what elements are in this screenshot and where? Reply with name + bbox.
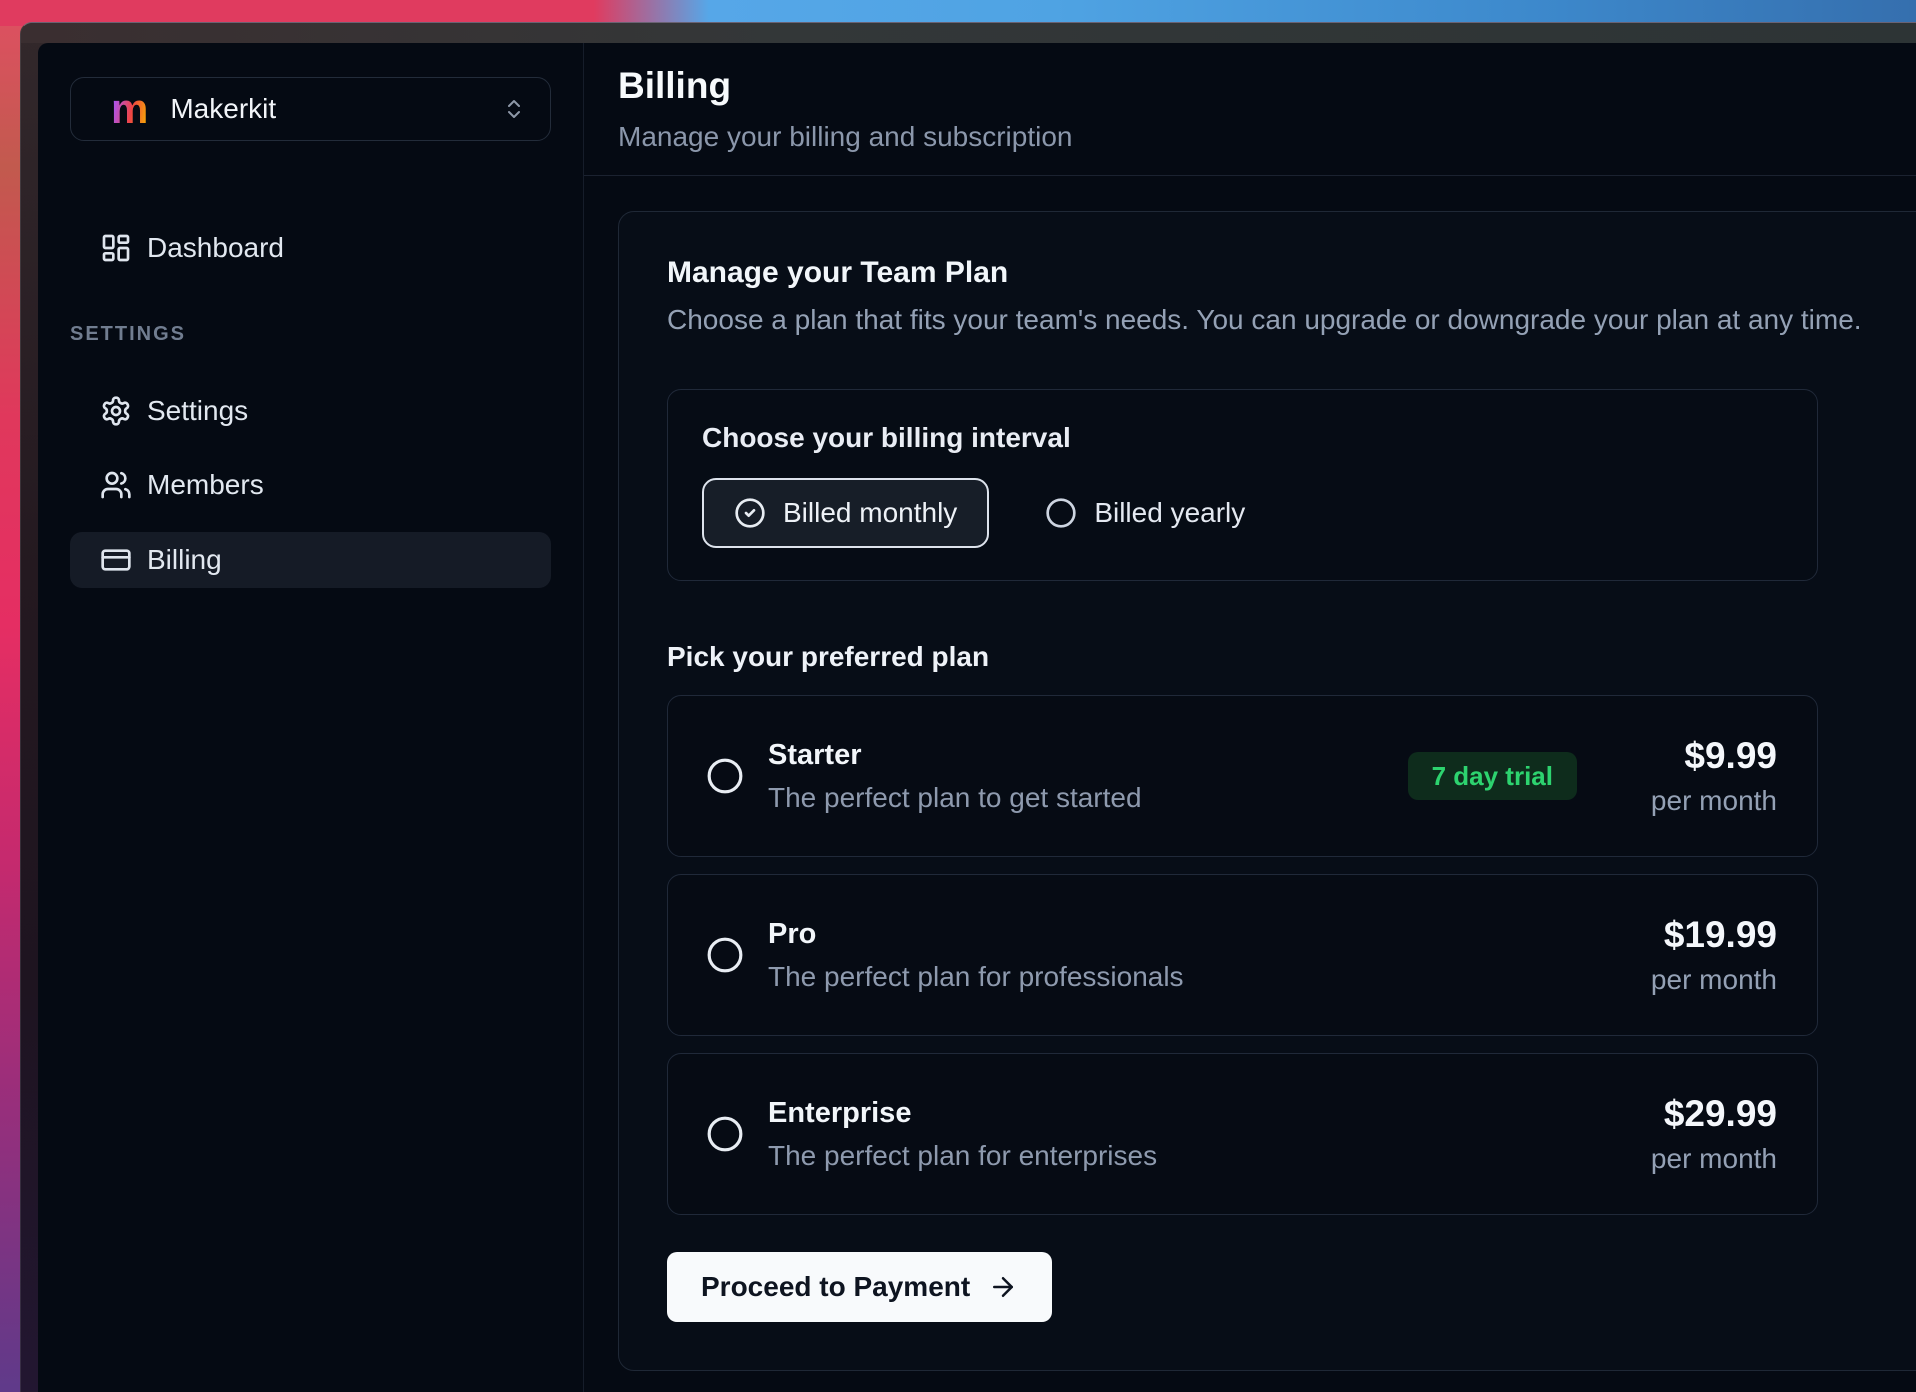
- page-title: Billing: [618, 65, 1916, 108]
- billed-yearly-option[interactable]: Billed yearly: [1045, 497, 1245, 529]
- billing-interval-options: Billed monthly Billed yearly: [702, 478, 1783, 548]
- plan-description: The perfect plan for enterprises: [768, 1140, 1617, 1172]
- billing-interval-group: Choose your billing interval Billed mont…: [667, 389, 1818, 581]
- app-content: m Makerkit Dashboard SETTINGS: [38, 43, 1916, 1392]
- header-divider: [584, 175, 1916, 176]
- plan-description: The perfect plan for professionals: [768, 961, 1617, 993]
- plan-name: Pro: [768, 918, 1617, 951]
- plan-name: Starter: [768, 739, 1408, 772]
- plan-price-block: $29.99 per month: [1617, 1093, 1777, 1175]
- card-description: Choose a plan that fits your team's need…: [667, 304, 1916, 336]
- trial-badge: 7 day trial: [1408, 752, 1577, 800]
- gear-icon: [100, 395, 132, 427]
- users-icon: [100, 469, 132, 501]
- team-name: Makerkit: [170, 93, 480, 125]
- plan-description: The perfect plan to get started: [768, 782, 1408, 814]
- plan-name: Enterprise: [768, 1097, 1617, 1130]
- window-titlebar: [21, 23, 1916, 43]
- plan-price: $19.99: [1617, 914, 1777, 956]
- plan-price: $29.99: [1617, 1093, 1777, 1135]
- sidebar-item-members[interactable]: Members: [70, 460, 551, 510]
- proceed-to-payment-button[interactable]: Proceed to Payment: [667, 1252, 1052, 1322]
- plan-price-block: $19.99 per month: [1617, 914, 1777, 996]
- plans-label: Pick your preferred plan: [667, 641, 1916, 673]
- plan-info: Pro The perfect plan for professionals: [768, 918, 1617, 993]
- credit-card-icon: [100, 544, 132, 576]
- sidebar-item-label: Dashboard: [147, 232, 284, 264]
- plan-info: Enterprise The perfect plan for enterpri…: [768, 1097, 1617, 1172]
- billed-monthly-option[interactable]: Billed monthly: [702, 478, 989, 548]
- sidebar-nav: Dashboard SETTINGS Settings Members: [70, 223, 551, 588]
- page-subtitle: Manage your billing and subscription: [618, 120, 1916, 154]
- plan-row-enterprise[interactable]: Enterprise The perfect plan for enterpri…: [667, 1053, 1818, 1215]
- plan-price-block: $9.99 per month: [1617, 735, 1777, 817]
- team-selector[interactable]: m Makerkit: [70, 77, 551, 141]
- radio-circle-icon[interactable]: [706, 936, 744, 974]
- plan-period: per month: [1617, 785, 1777, 817]
- plan-row-pro[interactable]: Pro The perfect plan for professionals $…: [667, 874, 1818, 1036]
- dashboard-icon: [100, 232, 132, 264]
- billed-yearly-label: Billed yearly: [1094, 497, 1245, 529]
- sidebar-item-label: Settings: [147, 395, 248, 427]
- plan-row-starter[interactable]: Starter The perfect plan to get started …: [667, 695, 1818, 857]
- radio-circle-icon: [1045, 497, 1077, 529]
- billed-monthly-label: Billed monthly: [783, 497, 957, 529]
- sidebar-item-label: Billing: [147, 544, 222, 576]
- plan-info: Starter The perfect plan to get started: [768, 739, 1408, 814]
- card-title: Manage your Team Plan: [667, 256, 1916, 290]
- app-window: m Makerkit Dashboard SETTINGS: [20, 22, 1916, 1392]
- arrow-right-icon: [988, 1272, 1018, 1302]
- sidebar: m Makerkit Dashboard SETTINGS: [38, 43, 584, 1392]
- chevron-up-down-icon: [502, 97, 526, 121]
- sidebar-item-label: Members: [147, 469, 264, 501]
- sidebar-item-billing[interactable]: Billing: [70, 532, 551, 588]
- sidebar-section-settings: SETTINGS: [70, 323, 551, 346]
- cta-label: Proceed to Payment: [701, 1271, 970, 1303]
- billing-interval-label: Choose your billing interval: [702, 422, 1783, 454]
- main-content: Billing Manage your billing and subscrip…: [584, 43, 1916, 1392]
- plan-price: $9.99: [1617, 735, 1777, 777]
- sidebar-item-dashboard[interactable]: Dashboard: [70, 223, 551, 273]
- team-plan-card: Manage your Team Plan Choose a plan that…: [618, 211, 1916, 1371]
- plan-period: per month: [1617, 1143, 1777, 1175]
- makerkit-logo: m: [111, 88, 148, 130]
- plan-period: per month: [1617, 964, 1777, 996]
- sidebar-item-settings[interactable]: Settings: [70, 386, 551, 436]
- radio-circle-icon[interactable]: [706, 1115, 744, 1153]
- check-circle-icon: [734, 497, 766, 529]
- radio-circle-icon[interactable]: [706, 757, 744, 795]
